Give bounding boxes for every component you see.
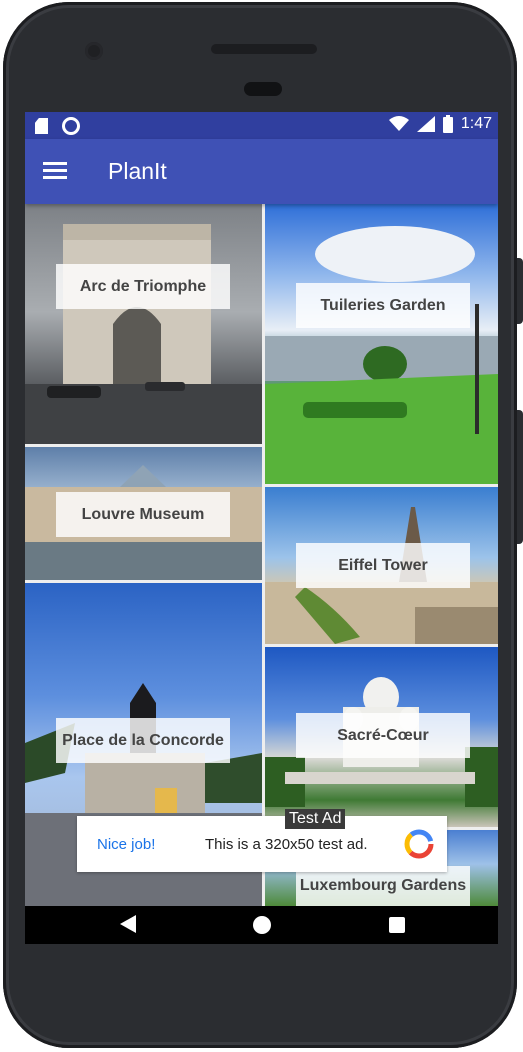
recents-icon[interactable] <box>389 917 405 933</box>
app-bar: PlanIt <box>25 139 498 204</box>
test-ad-banner[interactable]: Test Ad Nice job! This is a 320x50 test … <box>77 809 447 872</box>
arc-de-triomphe-image <box>25 224 262 444</box>
earpiece-speaker <box>211 44 317 54</box>
sensor-slot <box>244 82 282 96</box>
sync-ring-icon <box>62 117 80 135</box>
battery-icon <box>442 115 453 133</box>
signal-icon <box>416 116 435 132</box>
screen: 1:47 PlanIt Arc de Triomphe Louvre Museu… <box>25 112 498 944</box>
place-label-sacre-coeur: Sacré-Cœur <box>296 713 470 758</box>
google-ads-logo-icon <box>404 829 434 859</box>
place-card-sacre-coeur[interactable]: Sacré-Cœur <box>265 647 498 827</box>
back-icon[interactable] <box>120 915 136 933</box>
place-label-arc-de-triomphe: Arc de Triomphe <box>56 264 230 309</box>
place-label-eiffel-tower: Eiffel Tower <box>296 543 470 588</box>
front-camera <box>85 42 103 60</box>
app-title: PlanIt <box>108 158 167 184</box>
tuileries-garden-image <box>265 226 498 484</box>
place-label-place-de-la-concorde: Place de la Concorde <box>56 718 230 763</box>
place-label-luxembourg-gardens: Luxembourg Gardens <box>296 866 470 906</box>
place-label-louvre-museum: Louvre Museum <box>56 492 230 537</box>
ad-text: This is a 320x50 test ad. <box>205 836 368 853</box>
power-button <box>517 258 523 324</box>
volume-button <box>517 410 523 544</box>
navigation-bar <box>25 906 498 944</box>
status-time: 1:47 <box>460 115 492 132</box>
phone-frame: 1:47 PlanIt Arc de Triomphe Louvre Museu… <box>3 2 517 1048</box>
place-card-louvre-museum[interactable]: Louvre Museum <box>25 447 262 580</box>
wifi-icon <box>388 116 409 131</box>
sd-card-icon <box>35 118 48 134</box>
hamburger-menu-icon[interactable] <box>43 162 67 180</box>
places-grid: Arc de Triomphe Louvre Museum Place de l… <box>25 204 498 906</box>
place-card-arc-de-triomphe[interactable]: Arc de Triomphe <box>25 204 262 444</box>
ad-cta-link[interactable]: Nice job! <box>97 836 155 853</box>
status-bar: 1:47 <box>25 112 498 139</box>
place-card-eiffel-tower[interactable]: Eiffel Tower <box>265 487 498 644</box>
place-label-tuileries-garden: Tuileries Garden <box>296 283 470 328</box>
place-card-tuileries-garden[interactable]: Tuileries Garden <box>265 204 498 484</box>
home-icon[interactable] <box>253 916 271 934</box>
test-ad-badge: Test Ad <box>285 809 346 829</box>
